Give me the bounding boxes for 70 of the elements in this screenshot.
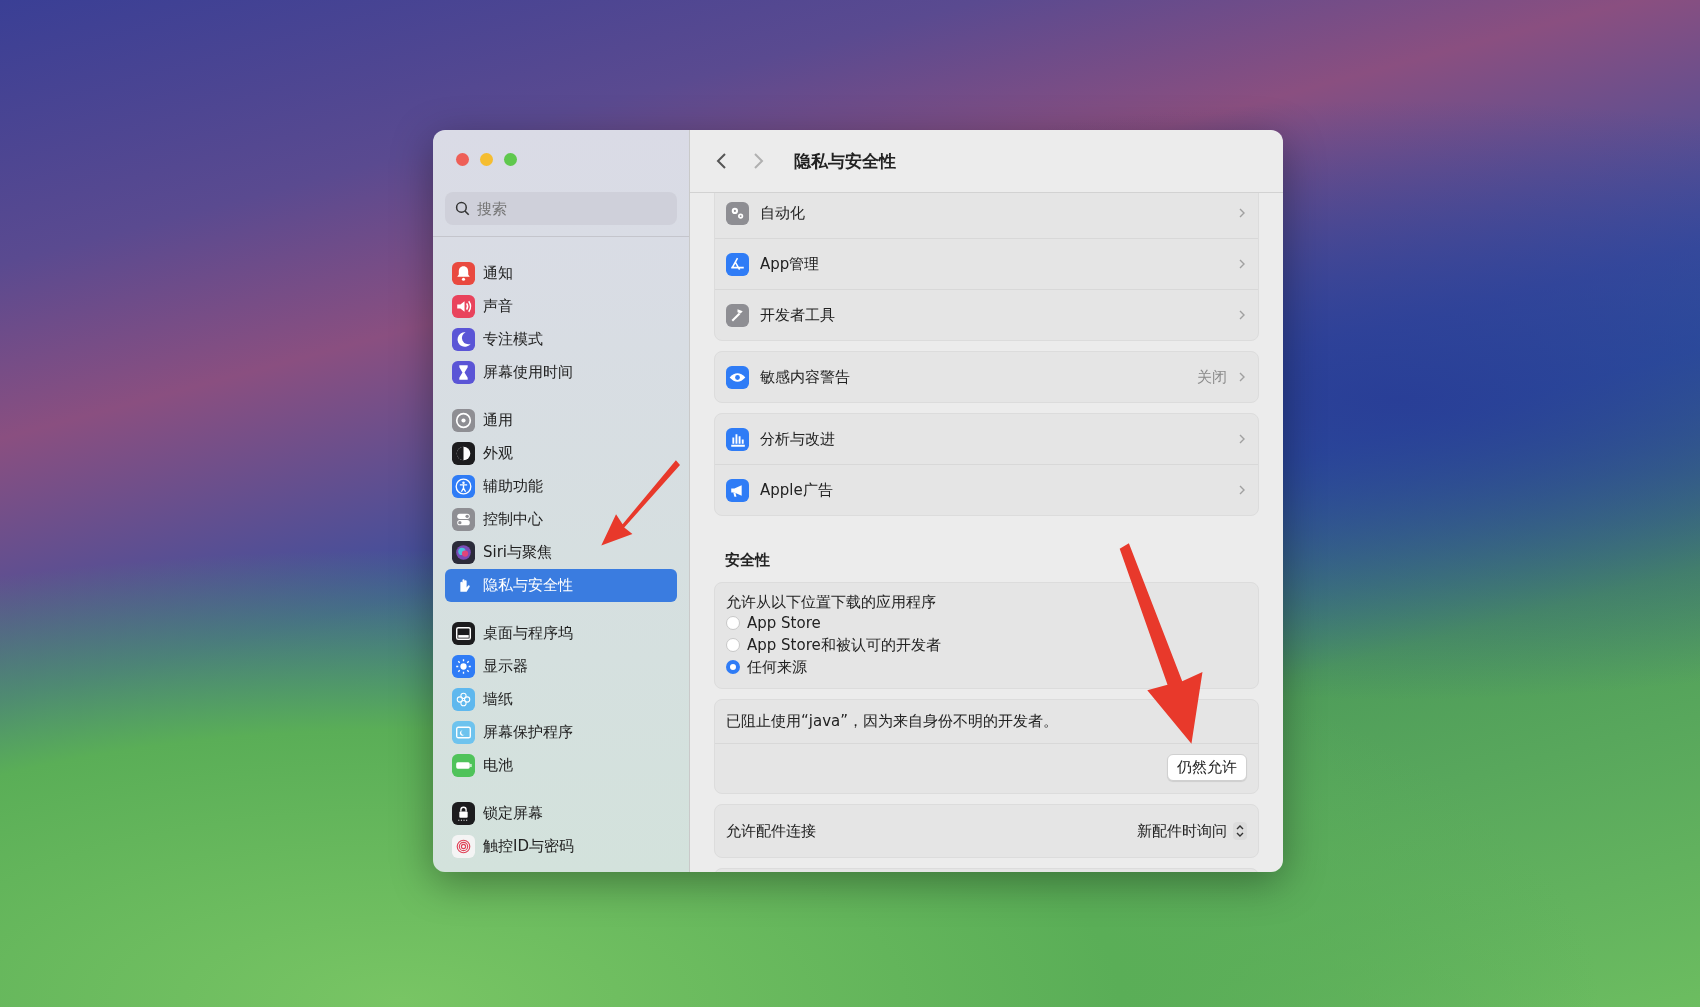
chevron-icon [1238, 258, 1246, 270]
gears-icon [726, 201, 749, 225]
up-down-icon [1233, 822, 1247, 840]
sidebar-item[interactable]: 专注模式 [445, 323, 677, 356]
setting-label: 允许配件连接 [726, 821, 816, 841]
settings-row[interactable]: 敏感内容警告 关闭 [715, 352, 1258, 402]
megaphone-icon [726, 478, 749, 502]
toggles-icon [452, 508, 475, 531]
allow-anyway-button[interactable]: 仍然允许 [1167, 754, 1247, 781]
popup-button[interactable]: 新配件时询问 [1137, 821, 1247, 841]
sidebar-item[interactable]: 控制中心 [445, 503, 677, 536]
radio-option[interactable]: App Store和被认可的开发者 [726, 634, 1247, 656]
sidebar-item[interactable]: 通知 [445, 257, 677, 290]
chevron-icon [1238, 207, 1246, 219]
sidebar-item[interactable]: 桌面与程序坞 [445, 617, 677, 650]
eye-icon [726, 365, 749, 389]
radio-option[interactable]: 任何来源 [726, 656, 1247, 678]
sidebar-item[interactable]: 墙纸 [445, 683, 677, 716]
sidebar-item[interactable]: 显示器 [445, 650, 677, 683]
row-value: 关闭 [1197, 367, 1227, 387]
search-field[interactable]: 搜索 [445, 192, 677, 225]
sidebar-item[interactable]: 屏幕保护程序 [445, 716, 677, 749]
app-store-icon [726, 252, 749, 276]
window-title: 隐私与安全性 [794, 149, 896, 173]
sidebar-item[interactable]: 电池 [445, 749, 677, 782]
settings-row[interactable]: 自动化 [715, 193, 1258, 238]
hammer-icon [726, 303, 749, 327]
back-button[interactable] [716, 151, 728, 171]
search-icon [455, 201, 470, 216]
orb-icon [452, 541, 475, 564]
radio-button[interactable] [726, 616, 740, 630]
chevron-icon [1238, 371, 1246, 383]
settings-row[interactable]: Apple广告 [715, 464, 1258, 515]
screen-icon [452, 721, 475, 744]
padlock-icon [452, 802, 475, 825]
sidebar-item[interactable]: 触控ID与密码 [445, 830, 677, 863]
hourglass-icon [452, 361, 475, 384]
gear-icon [452, 409, 475, 432]
chevron-icon [1238, 433, 1246, 445]
settings-row[interactable]: 开发者工具 [715, 289, 1258, 340]
fingerprint-icon [452, 835, 475, 858]
sidebar-item[interactable]: 通用 [445, 404, 677, 437]
dock-icon [452, 622, 475, 645]
radio-group-label: 允许从以下位置下载的应用程序 [726, 593, 937, 612]
radio-button[interactable] [726, 660, 740, 674]
flower-icon [452, 688, 475, 711]
settings-row[interactable]: 分析与改进 [715, 414, 1258, 464]
radio-option[interactable]: App Store [726, 612, 1247, 634]
sidebar-item[interactable]: 外观 [445, 437, 677, 470]
battery-icon [452, 754, 475, 777]
speaker-icon [452, 295, 475, 318]
zoom-button[interactable] [504, 153, 517, 166]
section-heading: 安全性 [725, 551, 771, 570]
sidebar-item[interactable]: 屏幕使用时间 [445, 356, 677, 389]
chevron-icon [1238, 484, 1246, 496]
sidebar-item[interactable]: Siri与聚焦 [445, 536, 677, 569]
bell-icon [452, 262, 475, 285]
radio-button[interactable] [726, 638, 740, 652]
moon-icon [452, 328, 475, 351]
sidebar-item[interactable]: 声音 [445, 290, 677, 323]
bar-chart-icon [726, 427, 749, 451]
chevron-icon [1238, 309, 1246, 321]
settings-row[interactable]: App管理 [715, 238, 1258, 289]
accessibility-icon [452, 475, 475, 498]
sidebar-item[interactable]: 辅助功能 [445, 470, 677, 503]
sun-icon [452, 655, 475, 678]
sidebar-item[interactable]: 锁定屏幕 [445, 797, 677, 830]
minimize-button[interactable] [480, 153, 493, 166]
sidebar-item[interactable]: 隐私与安全性 [445, 569, 677, 602]
close-button[interactable] [456, 153, 469, 166]
